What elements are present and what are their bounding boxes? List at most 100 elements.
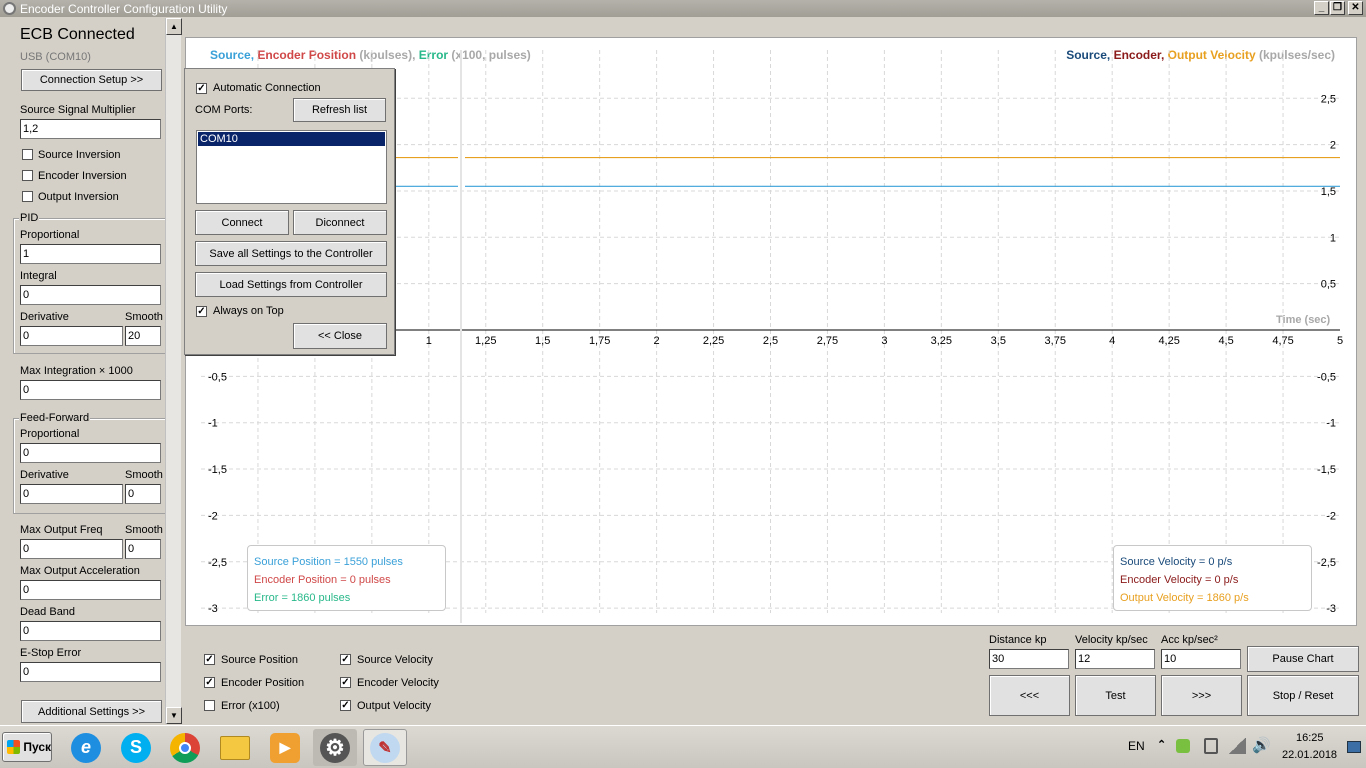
clock-date[interactable]: 22.01.2018 [1282,749,1337,761]
y-tick-label-right: 1 [1330,232,1336,244]
error-checkbox[interactable] [204,700,215,711]
auto-connection-checkbox[interactable]: ✓ [196,83,207,94]
source-position-label: Source Position [221,654,299,666]
ff-proportional-input[interactable]: 0 [20,443,161,463]
acc-input[interactable]: 10 [1161,649,1241,669]
network-signal-icon[interactable] [1228,738,1246,754]
window-title: Encoder Controller Configuration Utility [20,2,228,16]
restore-button[interactable]: ❐ [1330,1,1345,15]
max-integration-label: Max Integration × 1000 [20,365,133,377]
save-settings-button[interactable]: Save all Settings to the Controller [195,241,387,266]
x-tick-label: 1,5 [535,335,550,347]
start-button[interactable]: Пуск [2,732,52,762]
skype-icon[interactable]: S [114,729,158,766]
source-multiplier-input[interactable]: 1,2 [20,119,161,139]
y-tick-label-right: 0,5 [1321,279,1336,291]
title-bar: Encoder Controller Configuration Utility… [0,0,1366,17]
load-settings-button[interactable]: Load Settings from Controller [195,272,387,297]
pid-integral-input[interactable]: 0 [20,285,161,305]
clock-time[interactable]: 16:25 [1296,732,1324,744]
x-tick-label: 4,5 [1218,335,1233,347]
estop-label: E-Stop Error [20,647,82,659]
connect-button[interactable]: Connect [195,210,289,235]
move-forward-button[interactable]: >>> [1161,675,1242,716]
x-tick-label: 5 [1337,335,1343,347]
windows-logo-icon [7,740,21,754]
max-output-acc-input[interactable]: 0 [20,580,161,600]
disconnect-button[interactable]: Diconnect [293,210,387,235]
velocity-label: Velocity kp/sec [1075,634,1148,646]
close-window-button[interactable]: ✕ [1348,1,1363,15]
distance-input[interactable]: 30 [989,649,1069,669]
position-legend-box: Source Position = 1550 pulses Encoder Po… [247,545,446,611]
tray-app-icon[interactable] [1176,739,1190,753]
max-output-freq-smooth-input[interactable]: 0 [125,539,161,559]
connection-setup-button[interactable]: Connection Setup >> [21,69,162,91]
com-port-list[interactable]: COM10 [196,130,387,204]
dead-band-input[interactable]: 0 [20,621,161,641]
ff-smooth-input[interactable]: 0 [125,484,161,504]
velocity-legend-box: Source Velocity = 0 p/s Encoder Velocity… [1113,545,1312,611]
max-output-freq-input[interactable]: 0 [20,539,123,559]
encoder-inversion-label: Encoder Inversion [38,170,127,182]
y-tick-label-right: 1,5 [1321,186,1336,198]
minimize-button[interactable]: _ [1314,1,1329,15]
always-on-top-checkbox[interactable]: ✓ [196,306,207,317]
pid-derivative-input[interactable]: 0 [20,326,123,346]
encoder-velocity-checkbox[interactable]: ✓ [340,677,351,688]
y-tick-label-right: -3 [1326,603,1336,615]
acc-label: Acc kp/sec² [1161,634,1218,646]
media-player-icon[interactable]: ▶ [263,729,307,766]
source-inversion-checkbox[interactable] [22,149,33,160]
y-tick-label-right: -2,5 [1317,557,1336,569]
device-icon[interactable] [1204,738,1218,754]
volume-icon[interactable]: 🔊 [1252,736,1271,754]
ff-smooth-label: Smooth [125,469,163,481]
paint-icon[interactable]: ✎ [363,729,407,766]
x-tick-label: 4 [1109,335,1115,347]
ie-icon[interactable]: e [64,729,108,766]
output-velocity-label: Output Velocity [357,700,431,712]
velocity-input[interactable]: 12 [1075,649,1155,669]
ff-derivative-input[interactable]: 0 [20,484,123,504]
max-integration-input[interactable]: 0 [20,380,161,400]
pause-chart-button[interactable]: Pause Chart [1247,646,1359,672]
com-ports-label: COM Ports: [195,104,253,116]
settings-gear-icon[interactable]: ⚙ [313,729,357,766]
test-button[interactable]: Test [1075,675,1156,716]
output-inversion-checkbox[interactable] [22,191,33,202]
pid-proportional-input[interactable]: 1 [20,244,161,264]
x-tick-label: 3,25 [931,335,952,347]
move-back-button[interactable]: <<< [989,675,1070,716]
scroll-down-arrow-icon[interactable]: ▼ [166,707,182,724]
scroll-up-arrow-icon[interactable]: ▲ [166,18,182,35]
estop-input[interactable]: 0 [20,662,161,682]
explorer-folder-icon[interactable] [213,729,257,766]
source-velocity-checkbox[interactable]: ✓ [340,654,351,665]
y-tick-label-right: 2 [1330,140,1336,152]
source-position-checkbox[interactable]: ✓ [204,654,215,665]
ff-derivative-label: Derivative [20,469,69,481]
com-port-item[interactable]: COM10 [198,132,385,146]
encoder-position-checkbox[interactable]: ✓ [204,677,215,688]
sidebar-scrollbar[interactable]: ▲ ▼ [165,18,182,724]
encoder-inversion-checkbox[interactable] [22,170,33,181]
pid-smooth-label: Smooth [125,311,163,323]
stop-reset-button[interactable]: Stop / Reset [1247,675,1359,716]
pid-smooth-input[interactable]: 20 [125,326,161,346]
chrome-icon[interactable] [163,729,207,766]
show-hidden-icons-icon[interactable]: ⌃ [1157,738,1166,751]
output-velocity-checkbox[interactable]: ✓ [340,700,351,711]
legend-error: Error = 1860 pulses [254,592,351,604]
y-tick-label-left: -2,5 [208,557,227,569]
language-indicator[interactable]: EN [1128,739,1145,753]
x-tick-label: 1 [426,335,432,347]
y-tick-label-left: -3 [208,603,218,615]
show-desktop-icon[interactable] [1347,741,1361,753]
y-tick-label-right: 2,5 [1321,93,1336,105]
close-popup-button[interactable]: << Close [293,323,387,349]
encoder-position-label: Encoder Position [221,677,305,689]
refresh-list-button[interactable]: Refresh list [293,98,386,122]
distance-label: Distance kp [989,634,1047,646]
additional-settings-button[interactable]: Additional Settings >> [21,700,162,723]
